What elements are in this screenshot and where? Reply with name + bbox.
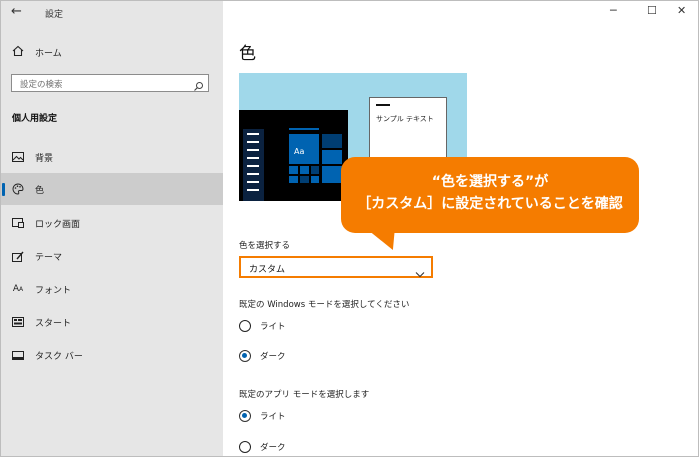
settings-window: ← 設定 ホーム 設定の検索 個人用設定 背景 色 ロック画面 テーマ A A …	[0, 0, 699, 457]
radio-circle-selected	[239, 350, 251, 362]
callout: “色を選択する”が ［カスタム］に設定されていることを確認	[341, 157, 639, 233]
app-mode-light-radio[interactable]: ライト	[239, 410, 286, 422]
tile-tiny	[289, 166, 298, 174]
tile-grid: Aa	[289, 128, 342, 183]
tile-tiny	[311, 176, 319, 183]
search-input[interactable]: 設定の検索	[11, 74, 209, 92]
home-icon	[12, 45, 24, 60]
tile-text: Aa	[294, 147, 305, 156]
tile-large: Aa	[289, 134, 319, 164]
section-title: 個人用設定	[12, 114, 58, 124]
sidebar-item-font[interactable]: AA フォント	[1, 273, 223, 305]
lock-screen-icon	[12, 218, 24, 228]
callout-line-2: ［カスタム］に設定されていることを確認	[357, 196, 623, 212]
sidebar-item-start[interactable]: スタート	[1, 306, 223, 338]
app-title: 設定	[45, 10, 64, 20]
tile-medium	[322, 166, 342, 183]
dark-preview-panel: Aa	[239, 110, 348, 201]
app-mode-label: 既定のアプリ モードを選択します	[239, 390, 370, 400]
page-title: 色	[239, 44, 256, 64]
radio-label: ライト	[260, 412, 286, 422]
sidebar-item-label: フォント	[35, 285, 72, 296]
dropdown-value: カスタム	[249, 265, 286, 275]
sidebar-item-color[interactable]: 色	[1, 173, 223, 205]
minimize-button[interactable]: ─	[610, 4, 617, 17]
sidebar: ← 設定 ホーム 設定の検索 個人用設定 背景 色 ロック画面 テーマ A A …	[1, 1, 223, 456]
sidebar-item-label: スタート	[35, 318, 72, 329]
sidebar-item-label: ロック画面	[35, 219, 81, 230]
sidebar-item-lock-screen[interactable]: ロック画面	[1, 207, 223, 239]
start-icon	[12, 317, 24, 327]
sidebar-item-home[interactable]: ホーム	[12, 43, 62, 61]
tile-tiny	[311, 166, 319, 174]
color-select-label: 色を選択する	[239, 241, 291, 251]
home-label: ホーム	[35, 48, 62, 59]
maximize-button[interactable]: ☐	[647, 4, 657, 17]
sample-text: サンプル テキスト	[376, 115, 434, 123]
radio-label: ダーク	[260, 352, 286, 362]
back-button[interactable]: ←	[11, 4, 22, 19]
app-mode-dark-radio[interactable]: ダーク	[239, 441, 286, 453]
windows-mode-label: 既定の Windows モードを選択してください	[239, 300, 410, 310]
radio-circle	[239, 320, 251, 332]
tile-tiny	[300, 176, 309, 183]
color-select-dropdown[interactable]: カスタム	[239, 256, 433, 278]
tile-tiny	[289, 176, 298, 183]
search-icon[interactable]	[193, 77, 204, 96]
tile-header	[289, 128, 319, 130]
tile-tiny	[300, 166, 309, 174]
start-menu-column	[243, 129, 264, 201]
tile-small	[322, 134, 342, 148]
sidebar-item-taskbar[interactable]: タスク バー	[1, 339, 223, 371]
radio-label: ライト	[260, 322, 286, 332]
sidebar-item-background[interactable]: 背景	[1, 141, 223, 173]
radio-label: ダーク	[260, 443, 286, 453]
sidebar-item-label: 背景	[35, 153, 54, 164]
radio-circle	[239, 441, 251, 453]
windows-mode-dark-radio[interactable]: ダーク	[239, 350, 286, 362]
sidebar-item-label: テーマ	[35, 252, 63, 263]
callout-line-1: “色を選択する”が	[431, 174, 549, 190]
image-icon	[12, 152, 24, 162]
sidebar-item-theme[interactable]: テーマ	[1, 240, 223, 272]
windows-mode-light-radio[interactable]: ライト	[239, 320, 286, 332]
palette-icon	[12, 183, 24, 195]
sidebar-item-label: 色	[35, 185, 45, 196]
card-bar	[376, 104, 390, 106]
font-icon: AA	[12, 284, 24, 294]
chevron-down-icon	[415, 263, 425, 282]
search-placeholder: 設定の検索	[20, 80, 63, 90]
radio-circle-selected	[239, 410, 251, 422]
taskbar-icon	[12, 350, 24, 360]
close-button[interactable]: ✕	[677, 4, 686, 17]
sidebar-item-label: タスク バー	[35, 351, 83, 362]
theme-icon	[12, 251, 24, 262]
tile-small	[322, 150, 342, 164]
